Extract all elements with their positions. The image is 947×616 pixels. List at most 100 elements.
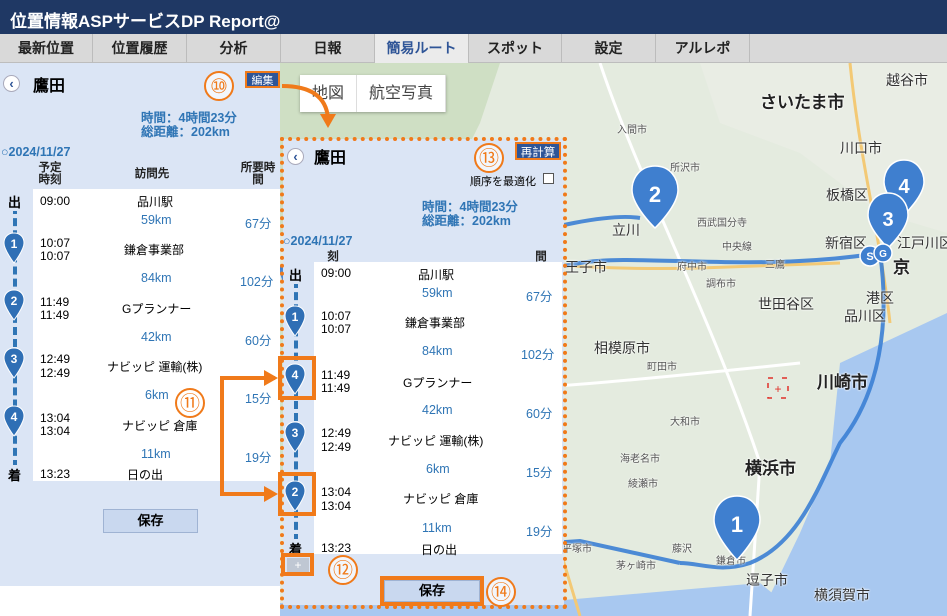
map-label: 府中市: [677, 262, 707, 273]
planned-time: 09:00: [40, 194, 71, 208]
map-label: 三鷹: [765, 260, 785, 271]
planned-time: 12:49: [40, 366, 71, 380]
annotation-13: ⑬: [474, 143, 504, 173]
highlight-box: [380, 576, 484, 606]
highlight-box: [278, 356, 316, 400]
destination-name: ナビッピ 倉庫: [122, 419, 198, 433]
column-destination: 訪問先: [134, 168, 170, 180]
stop-pin-3[interactable]: 3: [3, 347, 25, 379]
column-duration: 所要時間: [240, 162, 276, 186]
menu-alrepo[interactable]: アルレポ: [656, 34, 750, 63]
planned-time: 10:07: [40, 236, 71, 250]
save-button[interactable]: 保存: [103, 509, 198, 533]
map-label: 逗子市: [746, 572, 788, 588]
map-label: 江戸川区: [897, 235, 947, 251]
svg-text:4: 4: [11, 410, 18, 424]
map-label: 王子市: [565, 259, 607, 275]
map-label: 大和市: [670, 417, 700, 428]
menu-settings[interactable]: 設定: [562, 34, 656, 63]
map-label: 鎌倉市: [716, 556, 746, 567]
main-menu: 最新位置 位置履歴 分析 日報 簡易ルート スポット 設定 アルレポ: [0, 34, 947, 63]
leg-distance: 6km: [145, 388, 169, 402]
annotation-14: ⑭: [486, 577, 516, 607]
screen: 位置情報ASPサービスDP Report@ 最新位置 位置履歴 分析 日報 簡易…: [0, 0, 947, 616]
app-title: 位置情報ASPサービスDP Report@: [10, 12, 281, 31]
menu-analysis[interactable]: 分析: [187, 34, 281, 63]
total-distance: 総距離：202km: [141, 125, 230, 139]
annotation-10: ⑩: [204, 71, 234, 101]
edit-button[interactable]: 編集: [245, 71, 280, 88]
column-planned-time: 予定時刻: [38, 162, 62, 186]
annotation-11: ⑪: [175, 388, 205, 418]
leg-duration: 102分: [240, 275, 274, 289]
menu-position-history[interactable]: 位置履歴: [93, 34, 187, 63]
map-label: 所沢市: [670, 163, 700, 174]
map-label: 茅ヶ崎市: [616, 561, 656, 572]
stop-pin-2[interactable]: 2: [3, 289, 25, 321]
map-label: 川口市: [840, 140, 882, 156]
planned-time: 13:04: [40, 424, 71, 438]
leg-duration: 15分: [245, 392, 272, 406]
edit-panel-frame: [280, 137, 567, 609]
planned-time: 11:49: [40, 308, 70, 322]
stop-pin-1[interactable]: 1: [3, 232, 25, 264]
map-label: 京: [893, 258, 910, 277]
planned-time: 13:04: [40, 411, 71, 425]
menu-latest-position[interactable]: 最新位置: [0, 34, 93, 63]
map-label: 調布市: [706, 279, 736, 290]
annotation-12: ⑫: [328, 555, 358, 585]
svg-text:+: +: [774, 382, 781, 396]
map-label: 越谷市: [886, 72, 928, 88]
leg-duration: 67分: [245, 217, 272, 231]
map-label: 西武国分寺: [697, 218, 747, 229]
planned-time: 13:23: [40, 467, 71, 481]
route-date: ○2024/11/27: [1, 145, 71, 159]
map-label: 横浜市: [745, 459, 796, 478]
svg-text:1: 1: [11, 237, 18, 251]
destination-name: Gプランナー: [122, 302, 192, 316]
menu-spot[interactable]: スポット: [469, 34, 562, 63]
map-label: 川崎市: [817, 373, 868, 392]
map-label: 町田市: [647, 362, 677, 373]
map-label: 入間市: [617, 125, 647, 136]
svg-text:2: 2: [11, 294, 18, 308]
map-label: 新宿区: [825, 235, 867, 251]
planned-time: 10:07: [40, 249, 71, 263]
map-label: 相模原市: [594, 340, 650, 356]
start-mark: 出: [8, 192, 22, 211]
leg-distance: 42km: [141, 330, 172, 344]
leg-duration: 19分: [245, 451, 272, 465]
map-label: 立川: [612, 222, 640, 238]
leg-duration: 60分: [245, 334, 272, 348]
route-name: 鷹田: [33, 78, 66, 95]
map-label: 海老名市: [620, 454, 660, 465]
highlight-box: [278, 472, 316, 516]
leg-distance: 59km: [141, 213, 172, 227]
app-header: 位置情報ASPサービスDP Report@: [0, 0, 947, 34]
menu-daily-report[interactable]: 日報: [281, 34, 375, 63]
tab-aerial[interactable]: 航空写真: [357, 75, 447, 112]
back-button[interactable]: ‹: [3, 75, 20, 92]
destination-name: ナビッピ 運輸(株): [107, 360, 203, 374]
destination-name: 日の出: [127, 468, 164, 482]
map-label: 品川区: [844, 308, 886, 324]
tab-map[interactable]: 地図: [300, 75, 358, 112]
map-label: さいたま市: [760, 93, 845, 112]
map-label: 世田谷区: [758, 296, 814, 312]
leg-distance: 11km: [141, 447, 171, 461]
map-label: 藤沢: [672, 544, 692, 555]
map-type-tabs: 地図 航空写真: [300, 75, 447, 112]
goal-mark: 着: [8, 465, 22, 484]
map-label: 板橋区: [826, 187, 868, 203]
svg-text:3: 3: [11, 352, 18, 366]
leg-distance: 84km: [141, 271, 172, 285]
map-label: 綾瀬市: [628, 479, 658, 490]
destination-name: 鎌倉事業部: [124, 243, 185, 257]
menu-simple-route[interactable]: 簡易ルート: [375, 34, 469, 63]
map-label: 港区: [866, 290, 894, 306]
map-label: 横須賀市: [814, 587, 870, 603]
planned-time: 11:49: [40, 295, 70, 309]
stop-pin-4[interactable]: 4: [3, 405, 25, 437]
destination-name: 品川駅: [137, 195, 174, 209]
planned-time: 12:49: [40, 352, 71, 366]
